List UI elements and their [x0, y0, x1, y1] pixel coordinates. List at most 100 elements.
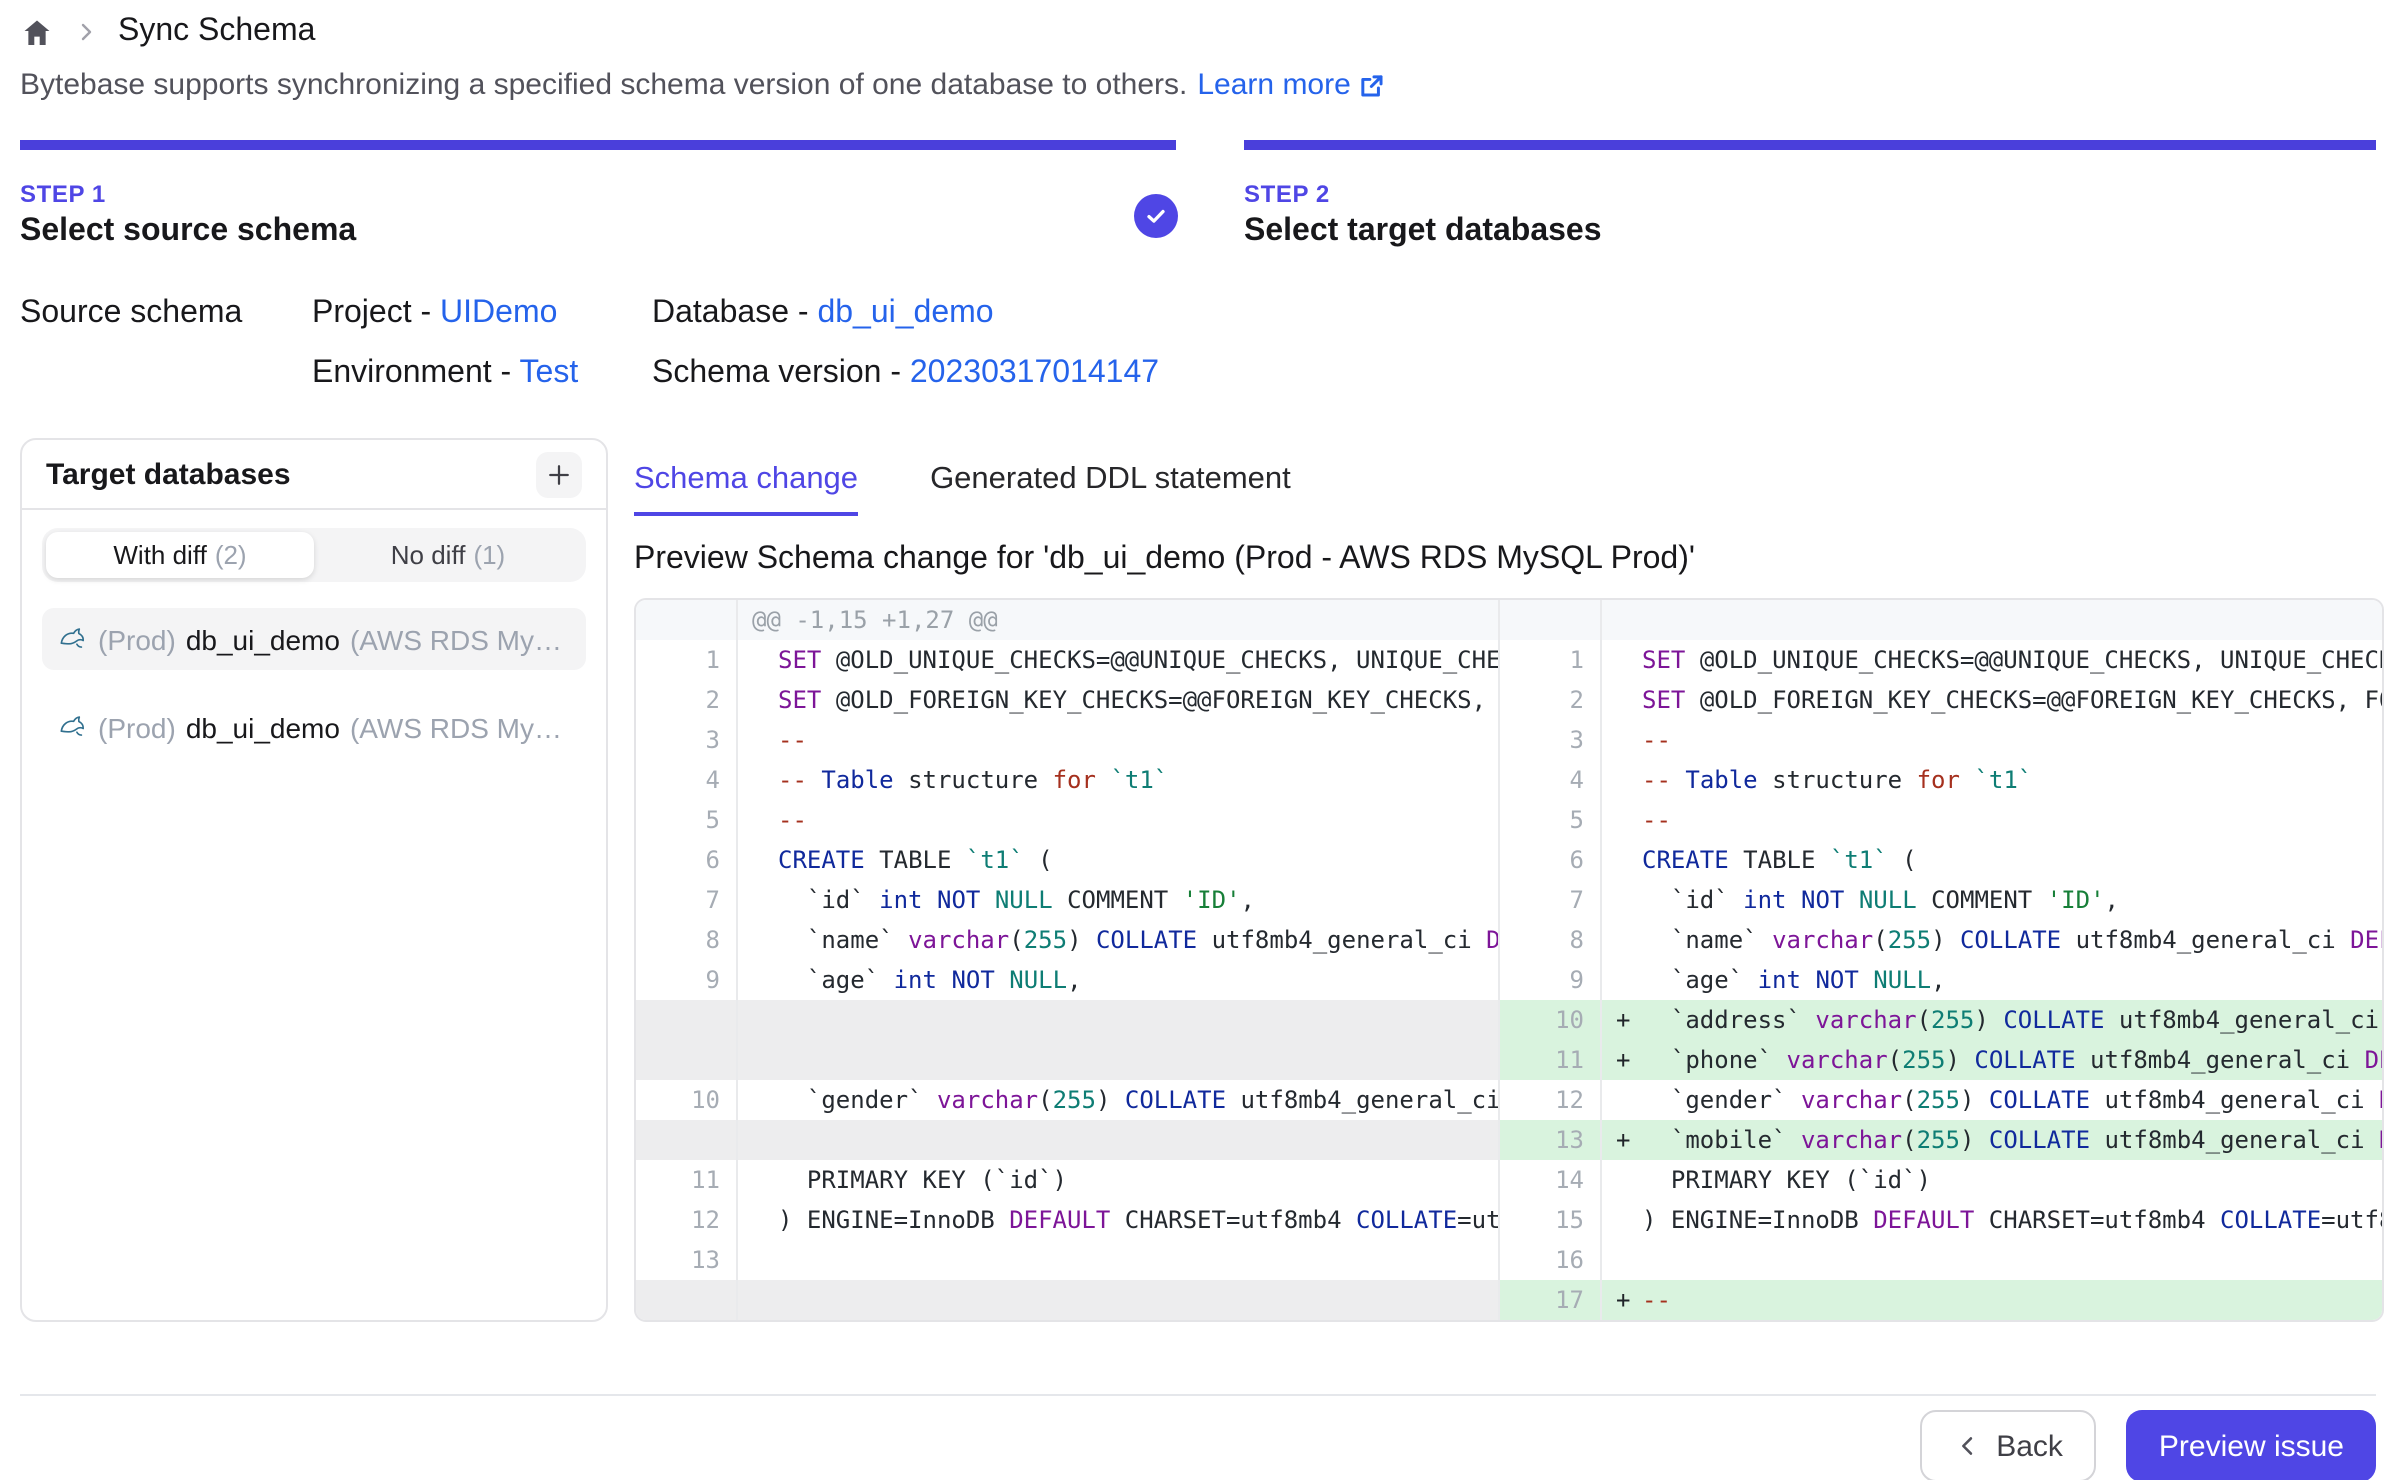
diff-right-code: +--	[1602, 1280, 2382, 1320]
diff-hunk-header: @@ -1,15 +1,27 @@	[738, 600, 1500, 640]
diff-right-line-number: 17	[1500, 1280, 1602, 1320]
diff-row: 12) ENGINE=InnoDB DEFAULT CHARSET=utf8mb…	[636, 1200, 2382, 1240]
diff-right-code: `name` varchar(255) COLLATE utf8mb4_gene…	[1602, 920, 2382, 960]
field-environment: Environment - Test	[312, 356, 652, 392]
diff-row: 4-- Table structure for `t1`4-- Table st…	[636, 760, 2382, 800]
diff-filter-tabs: With diff(2) No diff(1)	[42, 528, 586, 582]
diff-right-line-number: 5	[1500, 800, 1602, 840]
mysql-icon	[58, 624, 88, 654]
diff-row: 6CREATE TABLE `t1` (6CREATE TABLE `t1` (	[636, 840, 2382, 880]
diff-right-line-number: 1	[1500, 640, 1602, 680]
database-name: db_ui_demo	[186, 711, 340, 743]
home-icon[interactable]	[20, 15, 54, 49]
diff-right-line-number: 11	[1500, 1040, 1602, 1080]
diff-left-line-number: 7	[636, 880, 738, 920]
step1-label: STEP 1	[20, 180, 356, 208]
diff-right-code: SET @OLD_UNIQUE_CHECKS=@@UNIQUE_CHECKS, …	[1602, 640, 2382, 680]
diff-left-code: SET @OLD_UNIQUE_CHECKS=@@UNIQUE_CHECKS, …	[738, 640, 1500, 680]
database-instance: (AWS RDS MySQL Prod)	[350, 623, 570, 655]
diff-row: 10+ `address` varchar(255) COLLATE utf8m…	[636, 1000, 2382, 1040]
target-databases-header: Target databases	[22, 440, 606, 510]
diff-right-line-number: 10	[1500, 1000, 1602, 1040]
mysql-icon	[58, 712, 88, 742]
diff-left-line-number	[636, 1040, 738, 1080]
diff-right-line-number: 16	[1500, 1240, 1602, 1280]
diff-left-line-number: 10	[636, 1080, 738, 1120]
learn-more-link[interactable]: Learn more	[1197, 68, 1384, 102]
diff-left-code: -- Table structure for `t1`	[738, 760, 1500, 800]
diff-right-line-number: 9	[1500, 960, 1602, 1000]
diff-left-line-number: 6	[636, 840, 738, 880]
diff-left-code: `name` varchar(255) COLLATE utf8mb4_gene…	[738, 920, 1500, 960]
database-link[interactable]: db_ui_demo	[817, 296, 993, 330]
diff-left-line-number: 13	[636, 1240, 738, 1280]
diff-left-line-number: 9	[636, 960, 738, 1000]
tab-schema-change[interactable]: Schema change	[634, 462, 858, 516]
diff-left-line-number: 1	[636, 640, 738, 680]
diff-right-line-number: 14	[1500, 1160, 1602, 1200]
intro-line: Bytebase supports synchronizing a specif…	[20, 68, 1385, 102]
diff-right-line-number: 12	[1500, 1080, 1602, 1120]
filter-tab-with-diff[interactable]: With diff(2)	[46, 532, 314, 578]
diff-left-code: --	[738, 720, 1500, 760]
diff-left-line-number: 4	[636, 760, 738, 800]
diff-left-code: CREATE TABLE `t1` (	[738, 840, 1500, 880]
diff-row: 1SET @OLD_UNIQUE_CHECKS=@@UNIQUE_CHECKS,…	[636, 640, 2382, 680]
diff-left-line-number: 3	[636, 720, 738, 760]
diff-right-code: SET @OLD_FOREIGN_KEY_CHECKS=@@FOREIGN_KE…	[1602, 680, 2382, 720]
diff-left-line-number	[636, 1120, 738, 1160]
diff-left-line-number: 8	[636, 920, 738, 960]
page-title: Sync Schema	[118, 14, 315, 50]
database-environment: (Prod)	[98, 623, 176, 655]
add-target-database-button[interactable]	[536, 451, 582, 497]
database-list-item[interactable]: (Prod) db_ui_demo (AWS RDS MySQL Prod)	[42, 696, 586, 758]
diff-right-code: PRIMARY KEY (`id`)	[1602, 1160, 2382, 1200]
breadcrumb: Sync Schema	[20, 14, 315, 50]
intro-text: Bytebase supports synchronizing a specif…	[20, 68, 1187, 102]
diff-right-code	[1602, 1240, 2382, 1280]
diff-right-code: `age` int NOT NULL,	[1602, 960, 2382, 1000]
diff-row: 13 16	[636, 1240, 2382, 1280]
diff-row: 11 PRIMARY KEY (`id`)14 PRIMARY KEY (`id…	[636, 1160, 2382, 1200]
diff-right-line-number: 7	[1500, 880, 1602, 920]
target-databases-title: Target databases	[46, 457, 291, 491]
filter-tab-no-diff[interactable]: No diff(1)	[314, 532, 582, 578]
diff-right-code: + `mobile` varchar(255) COLLATE utf8mb4_…	[1602, 1120, 2382, 1160]
environment-link[interactable]: Test	[520, 356, 579, 390]
diff-row: 10 `gender` varchar(255) COLLATE utf8mb4…	[636, 1080, 2382, 1120]
database-name: db_ui_demo	[186, 623, 340, 655]
diff-right-line-number: 3	[1500, 720, 1602, 760]
preview-issue-button[interactable]: Preview issue	[2127, 1410, 2376, 1480]
diff-row: 3--3--	[636, 720, 2382, 760]
diff-left-code	[738, 1000, 1500, 1040]
diff-row: 11+ `phone` varchar(255) COLLATE utf8mb4…	[636, 1040, 2382, 1080]
diff-left-code	[738, 1280, 1500, 1320]
field-schema-version: Schema version - 20230317014147	[652, 356, 1159, 392]
field-database: Database - db_ui_demo	[652, 296, 1159, 332]
diff-row: 8 `name` varchar(255) COLLATE utf8mb4_ge…	[636, 920, 2382, 960]
step1-block: STEP 1 Select source schema	[20, 180, 356, 250]
diff-right-line-number: 15	[1500, 1200, 1602, 1240]
diff-row: 5--5--	[636, 800, 2382, 840]
source-schema-label: Source schema	[20, 296, 242, 332]
diff-right-code: + `phone` varchar(255) COLLATE utf8mb4_g…	[1602, 1040, 2382, 1080]
tab-generated-ddl[interactable]: Generated DDL statement	[930, 462, 1291, 516]
back-button[interactable]: Back	[1920, 1410, 2097, 1480]
database-instance: (AWS RDS MySQL Prod)	[350, 711, 570, 743]
database-environment: (Prod)	[98, 711, 176, 743]
project-link[interactable]: UIDemo	[440, 296, 557, 330]
diff-right-line-number: 2	[1500, 680, 1602, 720]
diff-right-code: + `address` varchar(255) COLLATE utf8mb4…	[1602, 1000, 2382, 1040]
step2-progress-bar	[1244, 140, 2376, 150]
diff-right-line-number: 6	[1500, 840, 1602, 880]
footer-divider	[20, 1394, 2376, 1396]
plus-icon	[544, 459, 574, 489]
diff-left-line-number: 5	[636, 800, 738, 840]
database-list-item[interactable]: (Prod) db_ui_demo (AWS RDS MySQL Prod)	[42, 608, 586, 670]
diff-left-code: `age` int NOT NULL,	[738, 960, 1500, 1000]
diff-left-line-number: 11	[636, 1160, 738, 1200]
schema-version-link[interactable]: 20230317014147	[910, 356, 1159, 390]
schema-diff-table[interactable]: @@ -1,15 +1,27 @@1SET @OLD_UNIQUE_CHECKS…	[634, 598, 2384, 1322]
step1-progress-bar	[20, 140, 1176, 150]
sync-schema-page: Sync Schema Bytebase supports synchroniz…	[0, 0, 2396, 1480]
